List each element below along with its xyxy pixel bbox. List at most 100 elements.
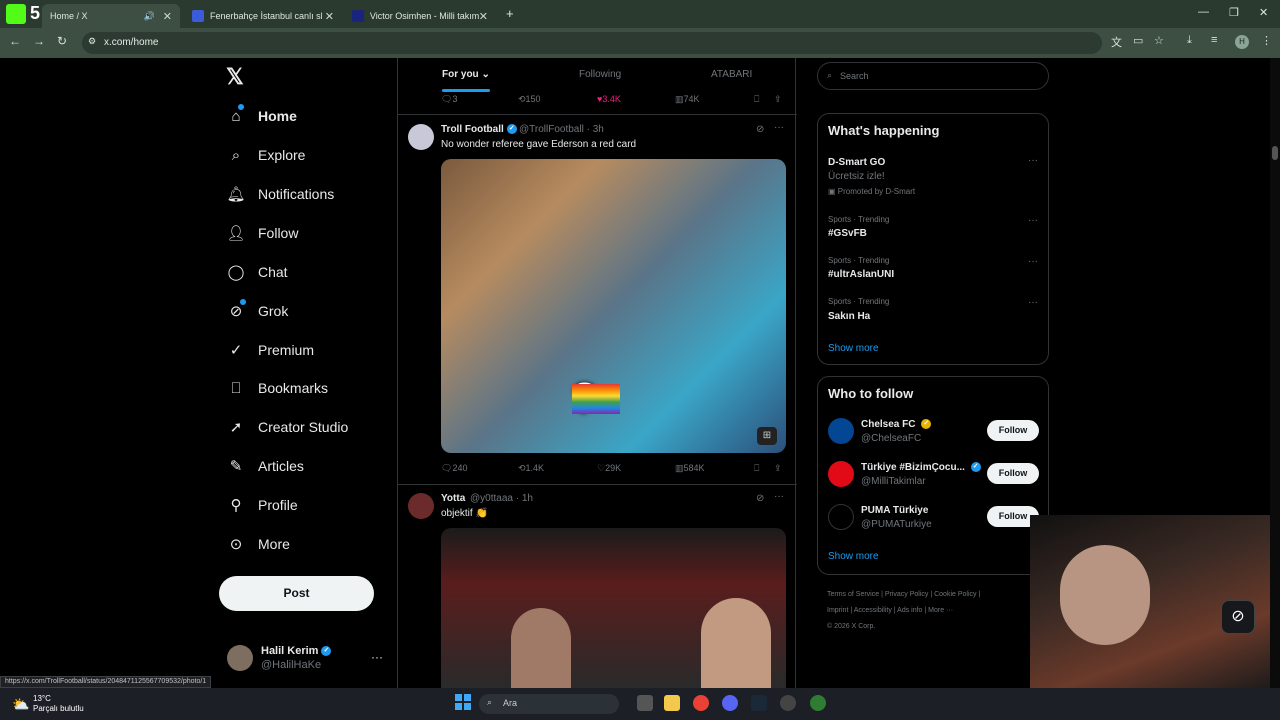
close-tab-icon[interactable]: ✕ [325, 10, 334, 23]
account-name[interactable]: Chelsea FC ✓ [861, 419, 932, 430]
show-more-link[interactable]: Show more [828, 551, 879, 562]
account-avatar[interactable] [828, 461, 854, 487]
reply-button[interactable]: 🗨︎ 240 [441, 463, 467, 474]
trend-name[interactable]: #GSvFB [828, 228, 867, 239]
discord-icon[interactable] [722, 695, 738, 711]
trend-name[interactable]: D-Smart GO [828, 157, 885, 168]
steam-icon[interactable] [751, 695, 767, 711]
more-dots-icon[interactable]: ··· [1028, 215, 1038, 226]
x-logo-icon[interactable]: 𝕏 [226, 64, 244, 90]
post-button[interactable]: Post [219, 576, 374, 611]
follow-button[interactable]: Follow [987, 463, 1039, 484]
chrome-icon[interactable] [693, 695, 709, 711]
bookmark-star-icon[interactable]: ☆ [1154, 34, 1164, 47]
tweet-time[interactable]: · 1h [516, 493, 533, 504]
nav-follow[interactable]: 👤︎ Follow [226, 218, 298, 248]
nav-notifications[interactable]: 🔔︎ Notifications [226, 179, 334, 209]
account-avatar[interactable] [828, 504, 854, 530]
nav-premium[interactable]: ✓ Premium [226, 335, 314, 365]
tab-fenerbahce[interactable]: Fenerbahçe İstanbul canlı skoru ✕ [184, 4, 342, 28]
tweet-video[interactable] [441, 528, 786, 688]
restore-icon[interactable]: ❐ [1229, 6, 1239, 19]
tab-following[interactable]: Following [579, 69, 621, 80]
tweet-time[interactable]: · 3h [587, 124, 604, 135]
nav-articles[interactable]: ✎ Articles [226, 451, 304, 481]
repost-button[interactable]: ⟲ 150 [518, 94, 541, 105]
views-button[interactable]: ▥ 584K [675, 463, 705, 474]
tweet-avatar[interactable] [408, 493, 434, 519]
nav-creator-studio[interactable]: ➚ Creator Studio [226, 412, 349, 442]
close-tab-icon[interactable]: ✕ [163, 10, 172, 23]
share-icon[interactable]: ⇪ [774, 94, 782, 105]
task-view-icon[interactable] [637, 695, 653, 711]
close-tab-icon[interactable]: ✕ [479, 10, 488, 23]
close-window-icon[interactable]: ✕ [1259, 6, 1268, 19]
nav-chat[interactable]: ◯ Chat [226, 257, 288, 287]
tweet-image[interactable]: ? ⊞ [441, 159, 786, 453]
account-name[interactable]: Türkiye #BizimÇocu... ✓ [861, 462, 981, 473]
forward-icon[interactable]: → [33, 34, 45, 48]
minimize-icon[interactable]: — [1198, 6, 1209, 18]
file-explorer-icon[interactable] [664, 695, 680, 711]
nav-explore[interactable]: ⌕ Explore [226, 140, 306, 170]
tweet-avatar[interactable] [408, 124, 434, 150]
chrome-profile-icon[interactable] [810, 695, 826, 711]
more-dots-icon[interactable]: ··· [1028, 256, 1038, 267]
more-dots-icon[interactable]: ··· [371, 650, 383, 664]
new-tab-icon[interactable]: + [506, 6, 514, 21]
show-more-link[interactable]: Show more [828, 343, 879, 354]
scrollbar-thumb[interactable] [1272, 146, 1278, 160]
search-input[interactable]: ⌕ Search [817, 62, 1049, 90]
nav-home[interactable]: ⌂ Home [226, 101, 296, 131]
account-avatar[interactable] [828, 418, 854, 444]
nav-grok[interactable]: ⊘ Grok [226, 296, 289, 326]
account-switcher[interactable]: Halil Kerim ✓ [261, 645, 332, 657]
image-content-icon[interactable]: ⊞ [757, 427, 777, 445]
account-name[interactable]: PUMA Türkiye [861, 505, 928, 516]
trend-name[interactable]: #ultrAslanUNI [828, 269, 894, 280]
reply-button[interactable]: 🗨︎ 3 [441, 94, 457, 105]
nav-more[interactable]: ⊙ More [226, 529, 290, 559]
share-icon[interactable]: ⇪ [774, 463, 782, 474]
tab-for-you[interactable]: For you ⌄ [442, 69, 490, 80]
media-controls-icon[interactable]: ≡ [1211, 34, 1217, 46]
footer-line[interactable]: Imprint | Accessibility | Ads info | Mor… [827, 603, 1027, 619]
footer-line[interactable]: Terms of Service | Privacy Policy | Cook… [827, 587, 1027, 603]
bookmark-icon[interactable]: ⎕ [754, 94, 759, 105]
tweet-author[interactable]: Troll Football ✓ [441, 124, 517, 135]
more-dots-icon[interactable]: ··· [1028, 155, 1038, 166]
taskbar-search[interactable]: ⌕ Ara [479, 694, 619, 714]
back-icon[interactable]: ← [9, 34, 21, 48]
weather-icon[interactable]: ⛅ [12, 696, 29, 713]
author-name[interactable]: Yotta [441, 493, 465, 504]
app-icon[interactable] [780, 695, 796, 711]
browser-profile-avatar[interactable]: H [1235, 35, 1249, 49]
grok-icon[interactable]: ⊘ [756, 124, 764, 135]
views-button[interactable]: ▥ 74K [675, 94, 700, 105]
tab-osimhen[interactable]: Victor Osimhen - Milli takım | T ✕ [344, 4, 496, 28]
nav-profile[interactable]: ⚲ Profile [226, 490, 298, 520]
tab-atabari[interactable]: ATABARI [711, 69, 752, 80]
nav-bookmarks[interactable]: ⎕ Bookmarks [226, 373, 328, 403]
site-info-icon[interactable]: ⚙ [88, 36, 96, 47]
more-dots-icon[interactable]: ··· [1028, 297, 1038, 308]
grok-floating-icon[interactable]: ⊘ [1221, 600, 1255, 634]
weather-widget[interactable]: 13°C Parçalı bulutlu [33, 694, 84, 714]
repost-button[interactable]: ⟲ 1.4K [518, 463, 544, 474]
author-handle[interactable]: @TrollFootball [519, 124, 584, 135]
more-dots-icon[interactable]: ··· [774, 122, 784, 133]
download-icon[interactable]: ⤓ [1187, 34, 1192, 47]
start-button-icon[interactable] [455, 694, 471, 710]
cast-icon[interactable]: ▭ [1133, 34, 1143, 47]
speaker-icon[interactable]: 🔊 [144, 11, 155, 22]
grok-icon[interactable]: ⊘ [756, 493, 764, 504]
translate-icon[interactable]: 文 [1111, 34, 1122, 50]
author-handle[interactable]: @y0ttaaa [470, 493, 513, 504]
tab-home-x[interactable]: Home / X 🔊 ✕ [42, 4, 180, 28]
like-button[interactable]: ♥ 3.4K [597, 94, 621, 104]
address-field[interactable]: ⚙ x.com/home [82, 32, 1102, 54]
trend-name[interactable]: Sakın Ha [828, 311, 870, 322]
reload-icon[interactable]: ↻ [57, 34, 67, 48]
profile-avatar[interactable] [227, 645, 253, 671]
follow-button[interactable]: Follow [987, 420, 1039, 441]
